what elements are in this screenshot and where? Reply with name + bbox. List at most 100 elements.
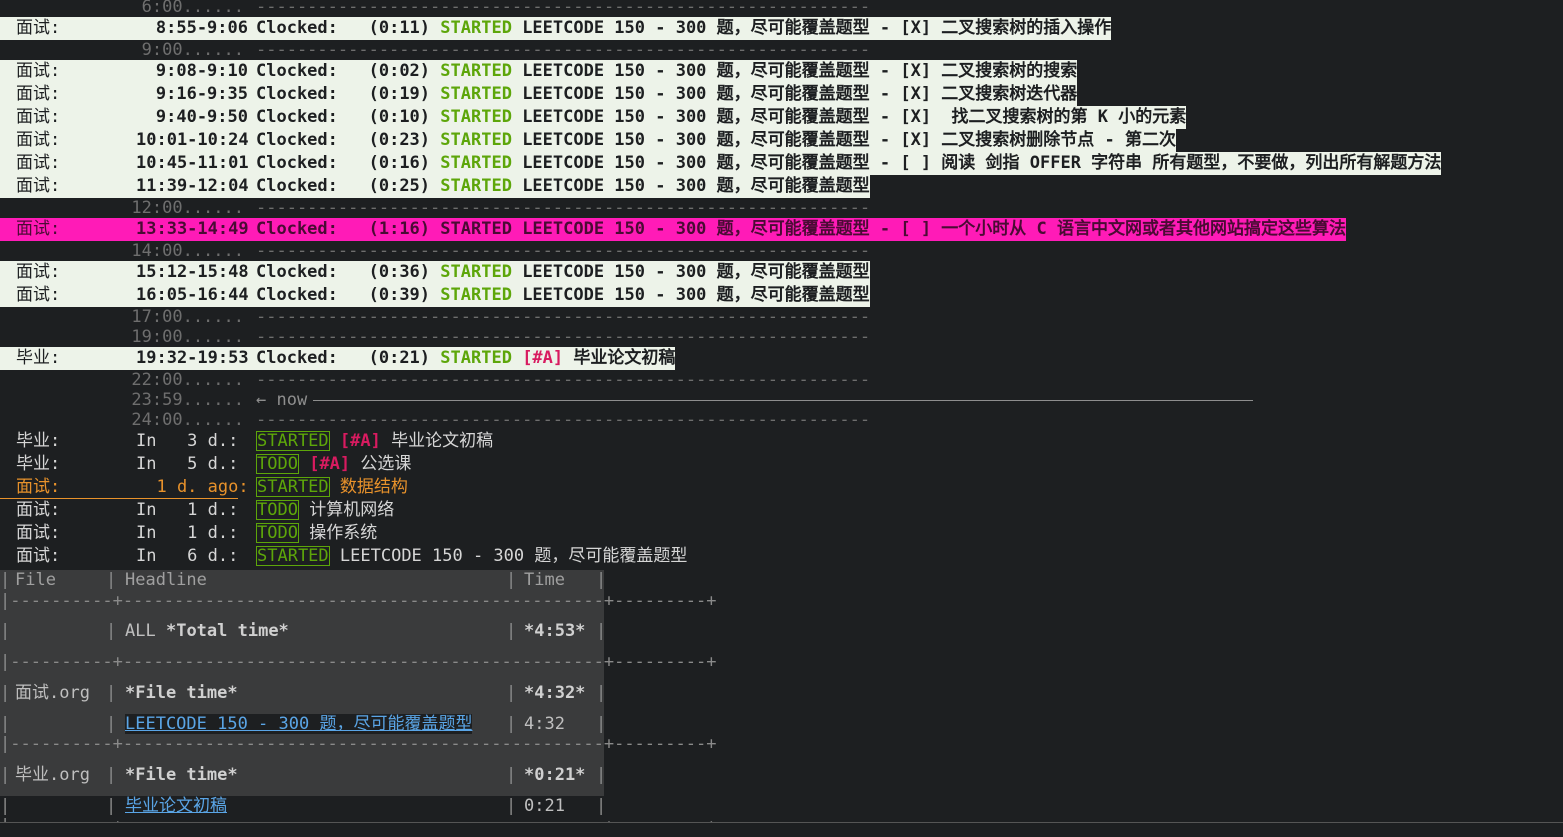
todo-state-started: STARTED — [440, 84, 512, 104]
file-time-label: *File time* — [125, 764, 238, 785]
agenda-entry[interactable]: 面试: 13:33-14:49 Clocked: (1:16) STARTED LE… — [0, 218, 1563, 241]
agenda-entry[interactable]: 面试: 9:16-9:35 Clocked: (0:19) STARTED LEET… — [0, 83, 1563, 106]
time-grid-line: 9:00...... ------------------------------… — [0, 40, 1563, 60]
grid-time: 14:00...... — [131, 241, 244, 261]
clocked-label: Clocked: — [256, 107, 338, 127]
grid-rule: ----------------------------------------… — [256, 0, 871, 17]
deadline-when: 1 d. ago: — [136, 477, 249, 497]
clock-duration: (0:16) — [368, 153, 431, 173]
entry-highlight: 面试: 13:33-14:49 Clocked: (1:16) STARTED LE… — [0, 218, 1346, 241]
clocked-label: Clocked: — [256, 348, 338, 368]
grid-rule: ----------------------------------------… — [256, 410, 871, 430]
grid-rule: ----------------------------------------… — [256, 241, 871, 261]
table-bar: | — [506, 713, 517, 734]
todo-state-started: STARTED — [440, 18, 512, 38]
file-time-label: *File time* — [125, 682, 238, 703]
total-time: *4:53* — [524, 621, 586, 641]
time-grid-line: 19:00...... -----------------------------… — [0, 327, 1563, 347]
deadline-when: In 5 d.: — [136, 454, 239, 474]
table-bar: | — [596, 713, 607, 734]
item-time: 4:32 — [524, 713, 565, 734]
agenda-entry[interactable]: 面试: 10:45-11:01 Clocked: (0:16) STARTED LE… — [0, 152, 1563, 175]
item-row[interactable]: | | | | LEETCODE 150 - 300 题，尽可能覆盖题型 4:32 — [0, 713, 607, 734]
agenda-entry[interactable]: 毕业: 19:32-19:53 Clocked: (0:21) STARTED [#… — [0, 347, 1563, 370]
deadline-entry[interactable]: 面试: In 1 d.: TODO 计算机网络 — [0, 499, 1563, 522]
entry-category: 毕业: — [16, 431, 61, 451]
table-bar: | — [0, 570, 11, 590]
agenda-entry[interactable]: 面试: 9:08-9:10 Clocked: (0:02) STARTED LEET… — [0, 60, 1563, 83]
table-bar: | — [106, 570, 117, 590]
todo-state-keyword: STARTED — [256, 477, 330, 497]
entry-category: 面试: — [16, 523, 61, 543]
time-grid-line: 22:00...... -----------------------------… — [0, 370, 1563, 390]
agenda-entry[interactable]: 面试: 15:12-15:48 Clocked: (0:36) STARTED LE… — [0, 261, 1563, 284]
entry-highlight: 面试: 10:01-10:24 Clocked: (0:23) STARTED LE… — [0, 129, 1176, 152]
entry-title: LEETCODE 150 - 300 题，尽可能覆盖题型 — [522, 262, 870, 282]
entry-title: LEETCODE 150 - 300 题，尽可能覆盖题型 - [X] 二叉搜索树… — [522, 61, 1078, 81]
grid-rule: ----------------------------------------… — [256, 40, 871, 60]
table-separator: |----------+----------------------------… — [0, 734, 717, 754]
deadline-entry[interactable]: 毕业: In 5 d.: TODO [#A] 公选课 — [0, 453, 1563, 476]
priority-tag: [#A] — [339, 431, 381, 451]
clock-duration: (0:02) — [368, 61, 431, 81]
table-bar: | — [506, 682, 517, 703]
mode-line — [0, 822, 1563, 837]
table-bar: | — [596, 621, 607, 641]
table-bar: | — [106, 621, 117, 641]
clocktable: | | | | File Headline Time |----------+--------… — [0, 570, 717, 837]
table-bar: | — [506, 795, 517, 816]
todo-state-started: STARTED — [440, 176, 512, 196]
agenda-entry[interactable]: 面试: 8:55-9:06 Clocked: (0:11) STARTED LEET… — [0, 17, 1563, 40]
table-bar: | — [0, 682, 11, 703]
priority-tag: [#A] — [309, 454, 351, 474]
entry-category: 面试: — [16, 219, 61, 239]
file-row: | | | | 面试.org *File time* *4:32* — [0, 673, 606, 714]
entry-title: LEETCODE 150 - 300 题，尽可能覆盖题型 - [X] 二叉搜索树… — [522, 18, 1112, 38]
entry-highlight: 面试: 15:12-15:48 Clocked: (0:36) STARTED LE… — [0, 261, 870, 284]
table-bar: | — [596, 795, 607, 816]
headline-link[interactable]: 毕业论文初稿 — [125, 795, 227, 816]
entry-time: 19:32-19:53 — [136, 348, 249, 368]
todo-state-keyword: TODO — [256, 454, 299, 474]
agenda-entry[interactable]: 面试: 9:40-9:50 Clocked: (0:10) STARTED LEET… — [0, 106, 1563, 129]
item-row[interactable]: | | | | 毕业论文初稿 0:21 — [0, 795, 607, 816]
deadline-when: In 6 d.: — [136, 546, 239, 566]
file-name: 面试.org — [15, 682, 90, 703]
deadline-when: In 1 d.: — [136, 500, 239, 520]
entry-category: 毕业: — [16, 454, 61, 474]
deadline-entry[interactable]: 面试: In 6 d.: STARTED LEETCODE 150 - 300 题，… — [0, 545, 1563, 568]
agenda-entry[interactable]: 面试: 16:05-16:44 Clocked: (0:39) STARTED LE… — [0, 284, 1563, 307]
org-agenda-view: 6:00...... ------------------------------… — [0, 0, 1563, 568]
entry-highlight: 面试: 16:05-16:44 Clocked: (0:39) STARTED LE… — [0, 284, 870, 307]
table-bar: | — [596, 570, 607, 590]
headline-link[interactable]: LEETCODE 150 - 300 题，尽可能覆盖题型 — [125, 713, 473, 734]
deadline-entry[interactable]: 面试: In 1 d.: TODO 操作系统 — [0, 522, 1563, 545]
clocked-label: Clocked: — [256, 84, 338, 104]
grid-time: 17:00...... — [131, 307, 244, 327]
todo-state-started: STARTED — [440, 348, 512, 368]
grid-rule: ----------------------------------------… — [256, 327, 871, 347]
entry-highlight: 面试: 9:16-9:35 Clocked: (0:19) STARTED LEET… — [0, 83, 1078, 106]
now-line: 23:59...... ← now — [0, 390, 1563, 410]
clock-duration: (0:19) — [368, 84, 431, 104]
entry-category: 毕业: — [16, 348, 61, 368]
deadline-when: In 3 d.: — [136, 431, 239, 451]
entry-highlight: 面试: 11:39-12:04 Clocked: (0:25) STARTED LE… — [0, 175, 870, 198]
clock-duration: (0:36) — [368, 262, 431, 282]
col-headline-header: Headline — [125, 570, 207, 590]
todo-state-keyword: TODO — [256, 500, 299, 520]
deadline-entry[interactable]: 毕业: In 3 d.: STARTED [#A] 毕业论文初稿 — [0, 430, 1563, 453]
table-bar: | — [106, 682, 117, 703]
entry-time: 10:45-11:01 — [136, 153, 249, 173]
table-bar: | — [506, 764, 517, 785]
entry-highlight: 面试: 10:45-11:01 Clocked: (0:16) STARTED LE… — [0, 152, 1442, 175]
table-bar: | — [506, 570, 517, 590]
file-time: *0:21* — [524, 764, 586, 785]
entry-category: 面试: — [16, 176, 61, 196]
entry-category: 面试: — [16, 500, 61, 520]
entry-title: 毕业论文初稿 — [391, 431, 494, 451]
table-bar: | — [596, 764, 607, 785]
agenda-entry[interactable]: 面试: 11:39-12:04 Clocked: (0:25) STARTED LE… — [0, 175, 1563, 198]
agenda-entry[interactable]: 面试: 10:01-10:24 Clocked: (0:23) STARTED LE… — [0, 129, 1563, 152]
deadline-entry[interactable]: 面试: 1 d. ago: STARTED 数据结构 — [0, 476, 1563, 499]
